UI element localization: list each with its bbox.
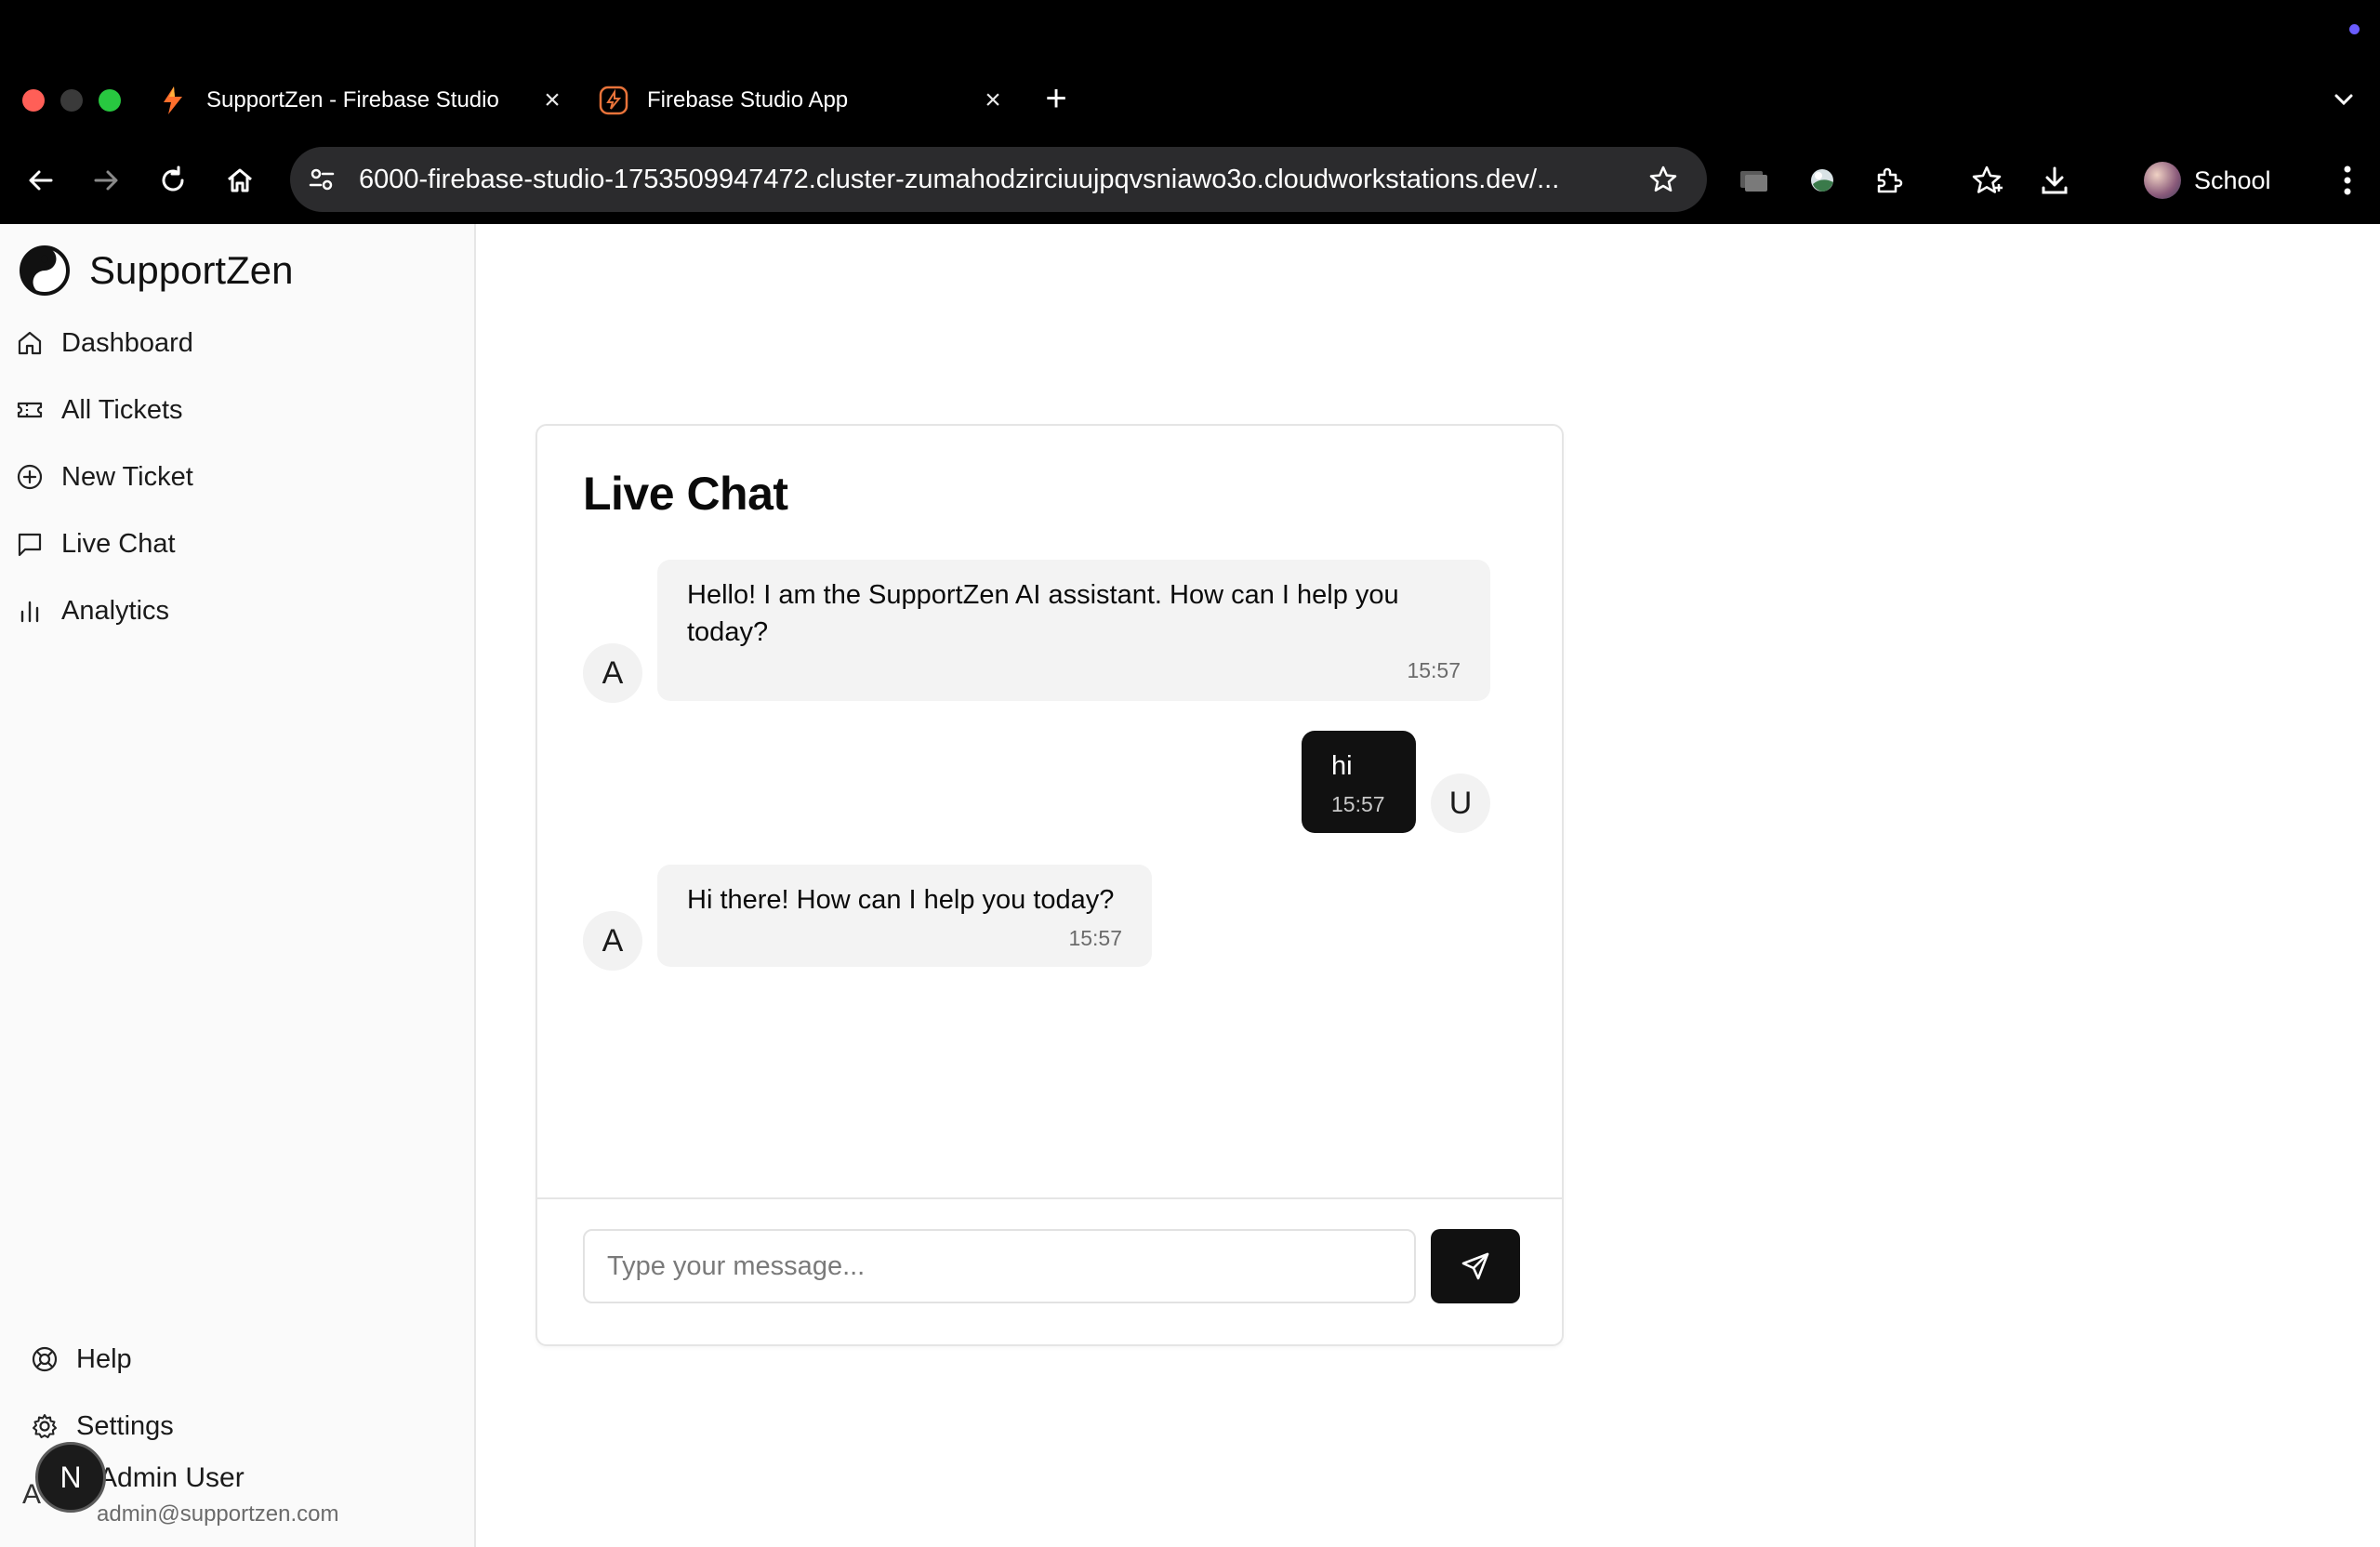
profile-button[interactable]: School (2144, 156, 2271, 205)
sidebar-item-new-ticket[interactable]: New Ticket (15, 451, 452, 503)
sidebar-item-label: Analytics (61, 595, 170, 626)
chevron-down-icon[interactable] (2330, 86, 2358, 113)
site-settings-icon[interactable] (301, 159, 342, 200)
forward-arrow-icon[interactable] (86, 160, 126, 201)
sidebar-item-label: New Ticket (61, 461, 193, 492)
message-text: Hello! I am the SupportZen AI assistant.… (687, 580, 1399, 647)
message-input[interactable] (583, 1229, 1416, 1303)
extensions-puzzle-icon[interactable] (1869, 160, 1910, 201)
sidebar-item-live-chat[interactable]: Live Chat (15, 518, 452, 570)
notification-dot (2349, 24, 2360, 34)
message-time: 15:57 (1331, 792, 1385, 816)
user-message-bubble: hi 15:57 (1302, 731, 1416, 833)
sidebar-item-analytics[interactable]: Analytics (15, 585, 452, 637)
download-icon[interactable] (2034, 160, 2075, 201)
assistant-message-bubble: Hi there! How can I help you today? 15:5… (657, 865, 1152, 967)
close-icon[interactable]: × (537, 85, 567, 115)
window-maximize-button[interactable] (99, 89, 121, 112)
sidebar-item-all-tickets[interactable]: All Tickets (15, 384, 452, 436)
bookmark-star-icon[interactable] (1640, 156, 1686, 203)
tab-title: SupportZen - Firebase Studio (206, 87, 499, 112)
assistant-avatar: A (583, 643, 642, 703)
close-icon[interactable]: × (978, 85, 1008, 115)
page-title: Live Chat (583, 468, 788, 520)
brand-name: SupportZen (89, 248, 294, 292)
sidebar-item-label: Dashboard (61, 327, 193, 358)
plus-circle-icon (15, 462, 45, 492)
ticket-icon (15, 395, 45, 425)
send-button[interactable] (1431, 1229, 1520, 1303)
yin-yang-logo-icon (20, 245, 70, 296)
message-time: 15:57 (1068, 926, 1122, 950)
home-icon (15, 328, 45, 358)
browser-tab-supportzen[interactable]: SupportZen - Firebase Studio × (158, 76, 567, 125)
window-close-button[interactable] (22, 89, 45, 112)
user-avatar: U (1431, 774, 1490, 833)
divider (537, 1197, 1562, 1199)
nextjs-dev-badge[interactable]: N (35, 1442, 106, 1513)
brand[interactable]: SupportZen (19, 245, 293, 297)
avatar (2144, 162, 2181, 199)
sidebar-item-label: Help (76, 1343, 132, 1374)
extension-orb-icon[interactable] (1802, 160, 1843, 201)
address-bar[interactable]: 6000-firebase-studio-1753509947472.clust… (290, 147, 1707, 212)
reload-icon[interactable] (152, 160, 193, 201)
browser-tab-firebase-app[interactable]: Firebase Studio App × (599, 76, 1008, 125)
back-arrow-icon[interactable] (20, 160, 61, 201)
assistant-message-bubble: Hello! I am the SupportZen AI assistant.… (657, 560, 1490, 701)
message-text: Hi there! How can I help you today? (687, 885, 1115, 915)
user-menu[interactable]: A Admin User admin@supportzen.com N (22, 1433, 459, 1535)
sidebar-item-dashboard[interactable]: Dashboard (15, 317, 452, 369)
message-text: hi (1331, 751, 1353, 781)
user-name: Admin User (99, 1462, 245, 1493)
profile-label: School (2194, 165, 2271, 194)
home-icon[interactable] (219, 160, 260, 201)
sidebar-item-help[interactable]: Help (30, 1333, 439, 1385)
sidebar-item-label: Live Chat (61, 528, 176, 559)
user-email: admin@supportzen.com (97, 1501, 339, 1527)
extension-cards-icon[interactable] (1733, 160, 1774, 201)
browser-chrome: SupportZen - Firebase Studio × Firebase … (0, 0, 2380, 224)
assistant-avatar: A (583, 911, 642, 971)
live-chat-card: Live Chat A Hello! I am the SupportZen A… (536, 424, 1564, 1346)
send-icon (1461, 1252, 1489, 1280)
more-vertical-icon[interactable] (2341, 162, 2354, 199)
message-time: 15:57 (1407, 658, 1461, 682)
tab-title: Firebase Studio App (647, 87, 849, 112)
reading-list-star-icon[interactable] (1967, 160, 2008, 201)
bar-chart-icon (15, 596, 45, 626)
sidebar: SupportZen Dashboard All Tickets New Tic… (0, 224, 476, 1547)
firebase-studio-icon (599, 86, 628, 115)
message-square-icon (15, 529, 45, 559)
window-minimize-button[interactable] (60, 89, 83, 112)
firebase-flame-icon (158, 86, 188, 115)
new-tab-button[interactable]: + (1038, 80, 1075, 117)
url-text[interactable]: 6000-firebase-studio-1753509947472.clust… (359, 165, 1629, 195)
life-buoy-icon (30, 1344, 60, 1374)
sidebar-item-label: All Tickets (61, 394, 183, 425)
